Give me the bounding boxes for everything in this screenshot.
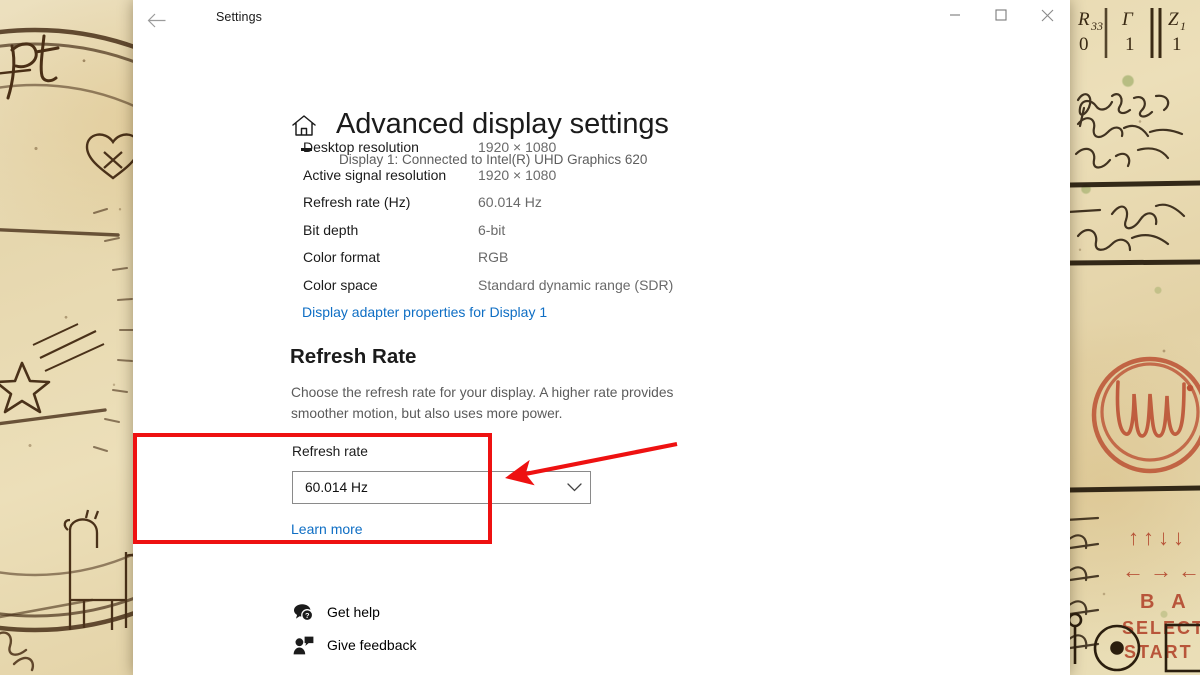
maximize-button[interactable] [978, 0, 1024, 30]
back-arrow-icon[interactable] [136, 4, 176, 36]
detail-label: Refresh rate (Hz) [303, 194, 411, 210]
get-help-label: Get help [327, 604, 380, 620]
svg-text:1: 1 [1125, 34, 1135, 55]
detail-label: Active signal resolution [303, 166, 447, 183]
window-controls [932, 0, 1070, 30]
table-row: Active signal resolution 1920 × 1080 [303, 167, 673, 195]
settings-window: Settings Advanced display settings Displ… [133, 0, 1070, 675]
detail-value: 1920 × 1080 [478, 166, 557, 183]
refresh-rate-dropdown[interactable]: 60.014 Hz [292, 471, 591, 504]
detail-label: Desktop resolution [303, 139, 419, 155]
minimize-button[interactable] [932, 0, 978, 30]
svg-text:R: R [1077, 9, 1090, 30]
table-row: Bit depth 6-bit [303, 222, 673, 250]
display-details-table: Desktop resolution 1920 × 1080 Active si… [303, 139, 673, 304]
detail-label: Bit depth [303, 221, 359, 238]
help-bubble-glyph: ? [293, 603, 313, 621]
svg-text:1: 1 [1172, 34, 1182, 55]
give-feedback-link[interactable]: Give feedback [292, 634, 417, 656]
learn-more-link[interactable]: Learn more [291, 521, 363, 537]
svg-text:B A: B A [1140, 591, 1192, 613]
chevron-down-glyph [566, 483, 582, 492]
display-adapter-properties-link[interactable]: Display adapter properties for Display 1 [302, 304, 547, 320]
get-help-link[interactable]: ? Get help [292, 601, 380, 623]
chevron-down-icon [558, 483, 590, 492]
close-icon [1041, 9, 1053, 21]
desktop-wallpaper: R 33 Γ Z 1 0 1 1 ↑↑↓↓ ←→← B A SELECT STA… [0, 0, 1200, 675]
detail-label: Color format [303, 249, 381, 265]
detail-value: 6-bit [478, 221, 506, 238]
refresh-rate-heading: Refresh Rate [290, 345, 417, 368]
svg-text:1: 1 [1180, 19, 1186, 33]
table-row: Desktop resolution 1920 × 1080 [303, 139, 673, 167]
detail-value: Standard dynamic range (SDR) [478, 276, 674, 293]
svg-text:Γ: Γ [1121, 9, 1134, 30]
close-button[interactable] [1024, 0, 1070, 30]
svg-text:SELECT: SELECT [1122, 618, 1200, 638]
refresh-rate-selected-value: 60.014 Hz [305, 480, 368, 495]
help-bubble-icon: ? [292, 601, 314, 623]
svg-text:0: 0 [1079, 34, 1089, 55]
app-title: Settings [216, 10, 262, 24]
detail-value: 60.014 Hz [478, 194, 542, 210]
table-row: Color format RGB [303, 249, 673, 277]
home-icon-glyph [292, 115, 316, 136]
table-row: Refresh rate (Hz) 60.014 Hz [303, 194, 673, 222]
feedback-person-icon [292, 634, 314, 656]
svg-text:Z: Z [1168, 9, 1179, 30]
svg-text:?: ? [304, 611, 309, 620]
minimize-icon [950, 14, 960, 16]
detail-value: RGB [478, 249, 509, 265]
svg-text:←→←: ←→← [1122, 558, 1200, 583]
give-feedback-label: Give feedback [327, 637, 417, 653]
back-arrow-glyph [147, 13, 165, 27]
detail-value: 1920 × 1080 [478, 139, 557, 155]
refresh-rate-field-label: Refresh rate [292, 444, 368, 459]
svg-text:↑↑↓↓: ↑↑↓↓ [1128, 525, 1188, 550]
svg-text:START: START [1124, 642, 1193, 662]
detail-label: Color space [303, 276, 378, 293]
page-title: Advanced display settings [336, 108, 669, 140]
title-bar: Settings [133, 0, 1070, 46]
refresh-rate-description: Choose the refresh rate for your display… [291, 385, 674, 421]
maximize-icon [995, 9, 1007, 21]
table-row: Color space Standard dynamic range (SDR) [303, 277, 673, 305]
svg-text:33: 33 [1090, 19, 1103, 33]
feedback-person-glyph [293, 636, 313, 654]
